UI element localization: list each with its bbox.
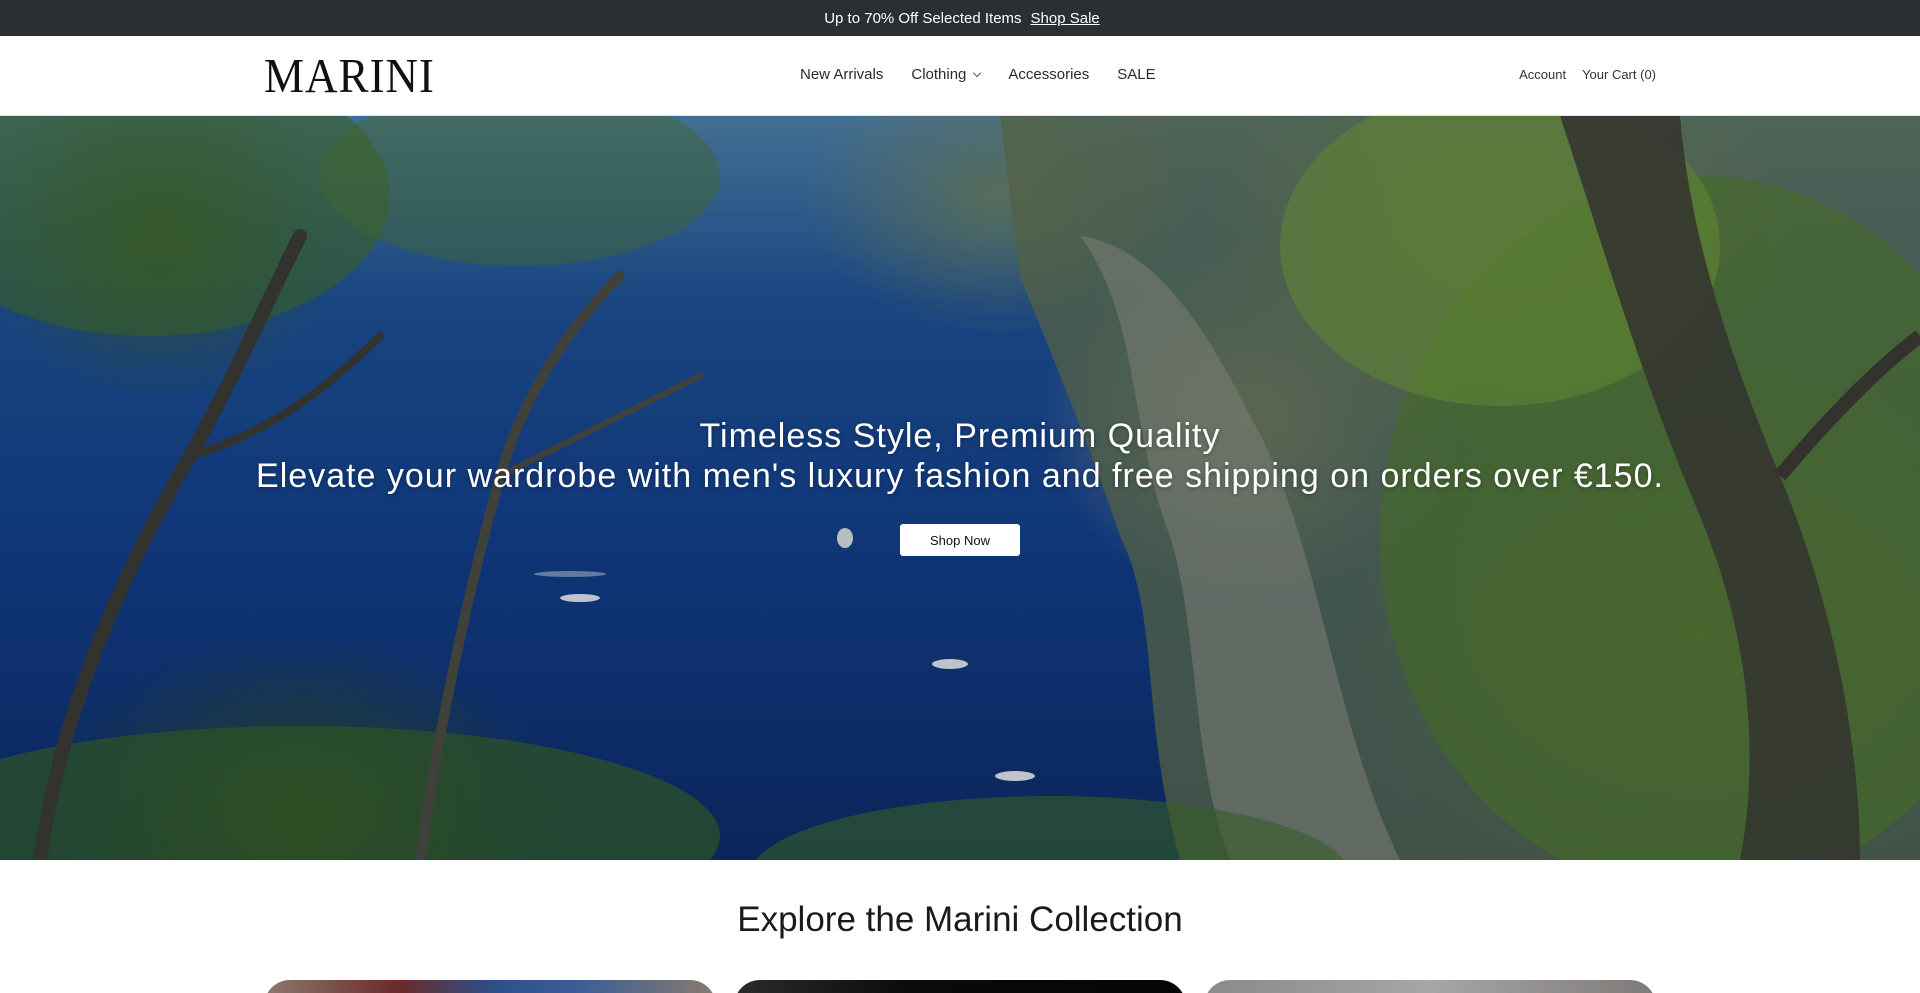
main-nav: New Arrivals Clothing Accessories SALE bbox=[800, 66, 1156, 83]
cart-link[interactable]: Your Cart (0) bbox=[1582, 67, 1656, 82]
nav-item-label: SALE bbox=[1117, 66, 1156, 83]
shop-sale-link[interactable]: Shop Sale bbox=[1031, 10, 1100, 27]
collection-title: Explore the Marini Collection bbox=[737, 900, 1183, 939]
nav-item-new-arrivals[interactable]: New Arrivals bbox=[800, 66, 883, 83]
announcement-text: Up to 70% Off Selected Items bbox=[824, 9, 1022, 27]
nav-item-label: Clothing bbox=[911, 66, 967, 83]
hero-subtitle: Elevate your wardrobe with men's luxury … bbox=[256, 457, 1664, 495]
nav-item-clothing[interactable]: Clothing bbox=[911, 66, 982, 83]
collection-card[interactable] bbox=[734, 980, 1186, 993]
collection-card[interactable] bbox=[264, 980, 716, 993]
account-link[interactable]: Account bbox=[1519, 67, 1566, 82]
nav-item-accessories[interactable]: Accessories bbox=[1008, 66, 1089, 83]
announcement-bar: Up to 70% Off Selected Items Shop Sale bbox=[0, 0, 1920, 36]
header-utility-links: Account Your Cart (0) bbox=[1503, 67, 1656, 82]
shop-now-button[interactable]: Shop Now bbox=[900, 524, 1020, 556]
nav-item-label: New Arrivals bbox=[800, 66, 884, 83]
site-header: MARINI New Arrivals Clothing Accessories… bbox=[0, 36, 1920, 116]
hero-title: Timeless Style, Premium Quality bbox=[699, 417, 1221, 455]
nav-item-sale[interactable]: SALE bbox=[1117, 66, 1155, 83]
logo[interactable]: MARINI bbox=[264, 50, 435, 102]
nav-item-label: Accessories bbox=[1008, 66, 1090, 83]
hero-banner: Timeless Style, Premium Quality Elevate … bbox=[0, 116, 1920, 860]
chevron-down-icon bbox=[973, 68, 982, 77]
collection-card[interactable] bbox=[1204, 980, 1656, 993]
